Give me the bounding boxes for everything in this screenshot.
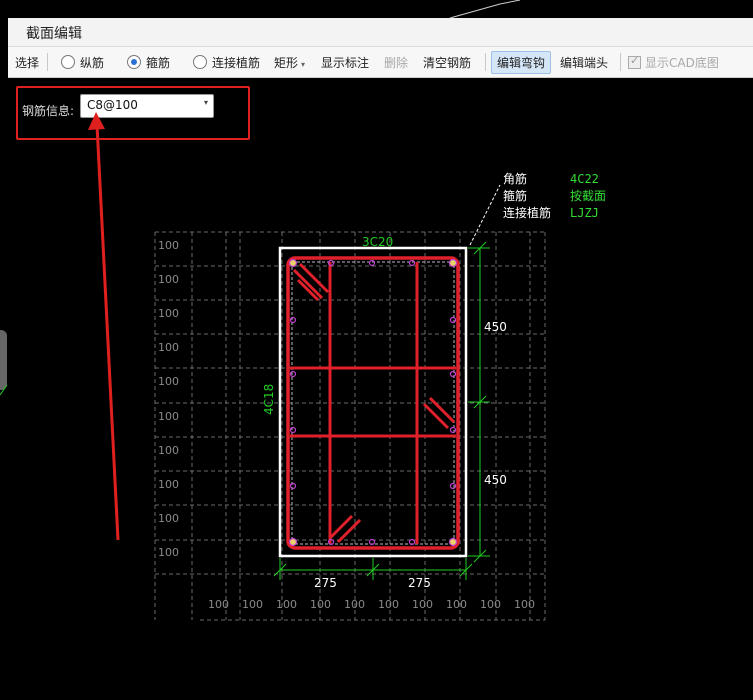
stirrup-hook [336, 518, 362, 544]
top-rebar-label: 3C20 [362, 235, 393, 249]
grid-label: 100 [446, 598, 467, 611]
stirrup-hook [422, 402, 450, 430]
grid-label: 100 [242, 598, 263, 611]
rebar-dot [289, 426, 297, 434]
grid-label: 100 [514, 598, 535, 611]
rebar-dot [448, 258, 458, 268]
rebar-dot [368, 259, 376, 267]
legend-value: 4C22 [570, 172, 599, 186]
dimension-label: 275 [314, 576, 337, 590]
background-line [0, 384, 8, 396]
legend-key: 角筋 [503, 171, 527, 186]
annotation-arrowhead [88, 112, 105, 130]
grid-label: 100 [158, 341, 179, 354]
grid-label: 100 [158, 375, 179, 388]
dimension-label: 275 [408, 576, 431, 590]
grid-label: 100 [344, 598, 365, 611]
rebar-dot [289, 370, 297, 378]
rebar-dot [448, 537, 458, 547]
rebar-dot [449, 316, 457, 324]
stirrup-hook [292, 268, 324, 300]
legend-key: 连接植筋 [503, 205, 551, 220]
grid-label: 100 [480, 598, 501, 611]
rebar-dot [288, 258, 298, 268]
grid-label: 100 [158, 239, 179, 252]
grid-label: 100 [158, 546, 179, 559]
dimension-label: 450 [484, 473, 507, 487]
rebar-dot [449, 426, 457, 434]
dimension-label: 450 [484, 320, 507, 334]
rebar-dot [288, 537, 298, 547]
grid-label: 100 [158, 512, 179, 525]
side-rebar-label: 4C18 [262, 384, 276, 415]
grid-label: 100 [378, 598, 399, 611]
grid-label: 100 [158, 307, 179, 320]
rebar-dot [289, 482, 297, 490]
background-line [449, 0, 521, 19]
legend-value: LJZJ [570, 206, 599, 220]
rebar-dot [408, 259, 416, 267]
grid-label: 100 [412, 598, 433, 611]
stirrup-hook [428, 396, 456, 424]
legend-value: 按截面 [570, 189, 606, 203]
grid-label: 100 [276, 598, 297, 611]
section-outline [278, 246, 468, 558]
grid-label: 100 [158, 478, 179, 491]
grid-label: 100 [158, 444, 179, 457]
legend-key: 箍筋 [503, 188, 527, 203]
rebar-dot [449, 370, 457, 378]
grid-label: 100 [208, 598, 229, 611]
stirrup-hook [328, 514, 354, 540]
grid-label: 100 [158, 273, 179, 286]
rebar-dot [449, 482, 457, 490]
grid-label: 100 [158, 410, 179, 423]
annotation-arrow [95, 124, 120, 541]
grid-label: 100 [310, 598, 331, 611]
drawing-canvas[interactable]: 100 100 100 100 100 100 100 100 100 100 100 100 100 1… [0, 0, 753, 700]
rebar-dot [289, 316, 297, 324]
